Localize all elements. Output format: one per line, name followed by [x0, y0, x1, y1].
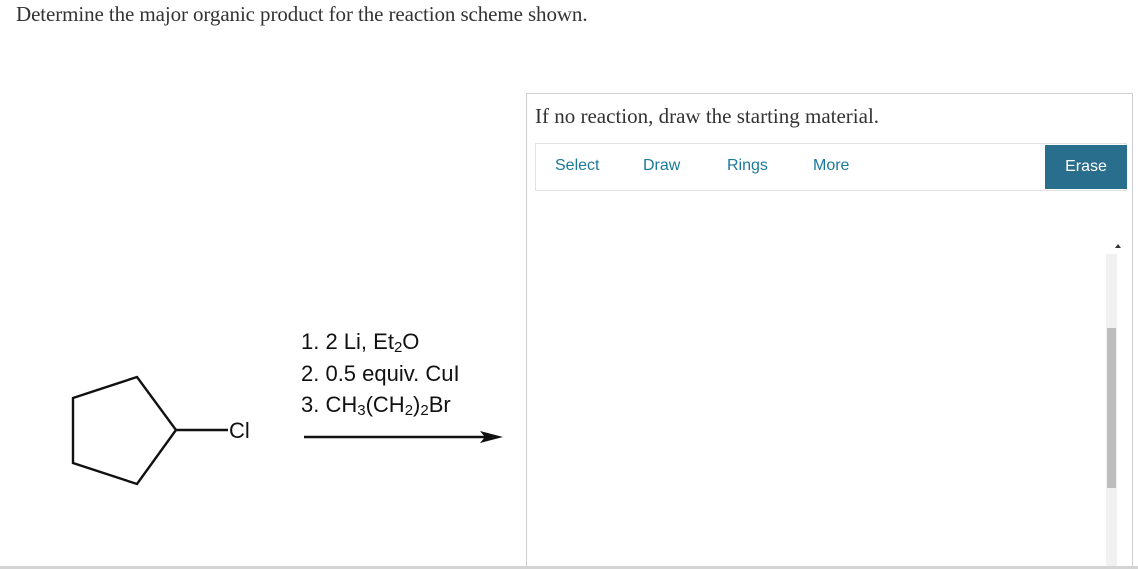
- drawing-panel: If no reaction, draw the starting materi…: [526, 93, 1133, 569]
- rings-tool-button[interactable]: Rings: [727, 157, 768, 175]
- drawing-toolbar: Select Draw Rings More Erase: [535, 143, 1127, 191]
- scrollbar-thumb[interactable]: [1107, 328, 1116, 488]
- scroll-up-arrow-icon[interactable]: [1115, 244, 1121, 248]
- canvas-scrollbar[interactable]: [1106, 254, 1117, 569]
- panel-prompt: If no reaction, draw the starting materi…: [535, 104, 880, 128]
- cyclopentane-ring: [71, 375, 178, 486]
- chlorine-label: Cl: [229, 418, 250, 443]
- more-tool-button[interactable]: More: [813, 157, 849, 175]
- erase-button[interactable]: Erase: [1045, 145, 1127, 189]
- reagents-list: 1. 2 Li, Et2O 2. 0.5 equiv. CuI 3. CH3(C…: [301, 326, 460, 421]
- draw-tool-button[interactable]: Draw: [643, 157, 680, 175]
- select-tool-button[interactable]: Select: [555, 157, 599, 175]
- reagent-step-2: 2. 0.5 equiv. CuI: [301, 360, 460, 386]
- reagent-step-1: 1. 2 Li, Et2O: [301, 329, 420, 356]
- reagent-step-3: 3. CH3(CH2)2Br: [301, 392, 451, 419]
- reaction-scheme: Cl: [71, 375, 503, 486]
